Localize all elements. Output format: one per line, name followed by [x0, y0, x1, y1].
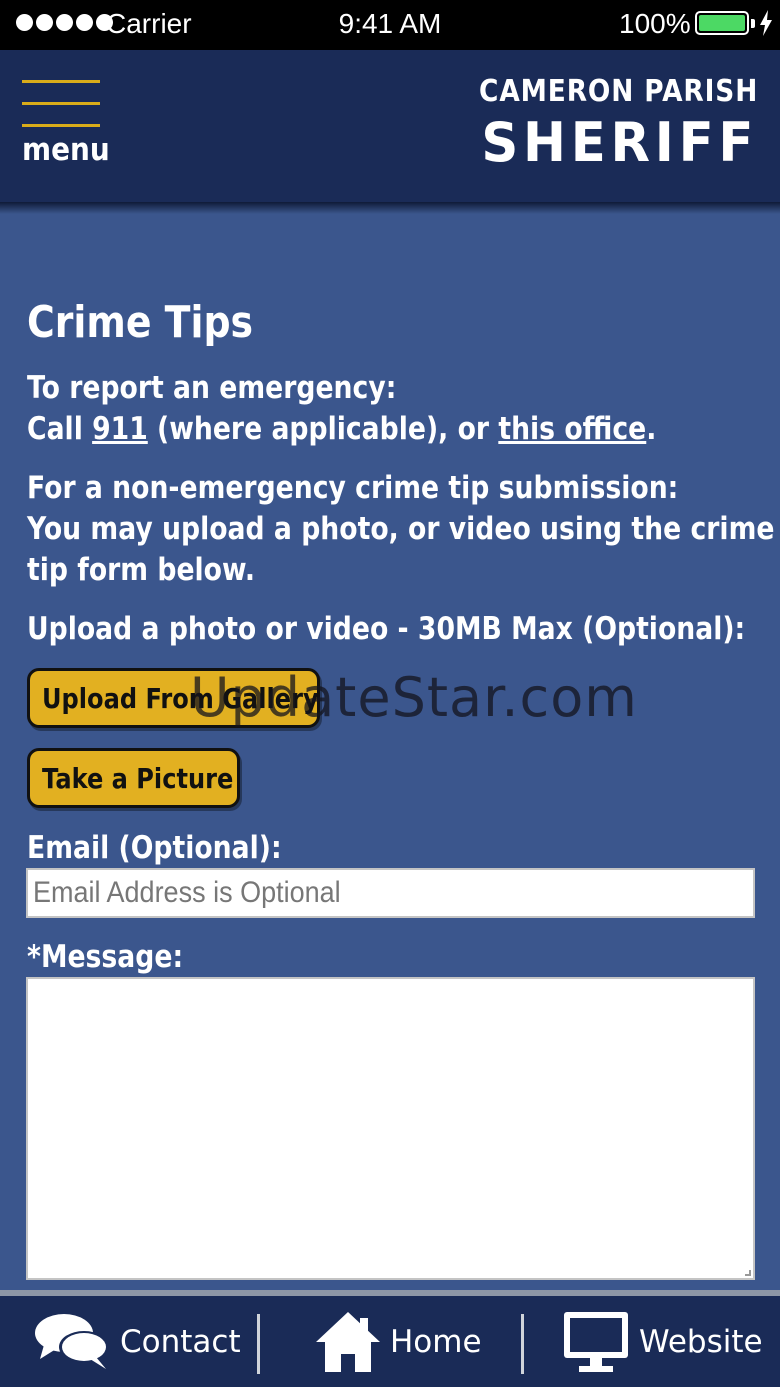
battery-percent: 100%	[619, 8, 691, 39]
nav-website-label: Website	[639, 1323, 763, 1360]
hamburger-bar-icon	[22, 102, 100, 105]
nav-contact[interactable]: Contact	[34, 1296, 241, 1387]
emergency-heading: To report an emergency:	[27, 370, 397, 406]
message-label: *Message:	[27, 939, 184, 975]
nonemergency-text: For a non-emergency crime tip submission…	[27, 470, 775, 588]
brand-line2: SHERIFF	[481, 111, 758, 174]
call-office-link[interactable]: this office	[498, 411, 646, 447]
header-shadow	[0, 202, 780, 214]
nav-contact-label: Contact	[120, 1323, 241, 1360]
nav-website[interactable]: Website	[563, 1296, 763, 1387]
menu-button[interactable]: menu	[22, 80, 110, 170]
battery-icon	[695, 11, 749, 35]
page-title: Crime Tips	[27, 297, 254, 348]
home-icon	[316, 1311, 380, 1372]
menu-label: menu	[22, 132, 110, 168]
hamburger-bar-icon	[22, 80, 100, 83]
app-header: menu CAMERON PARISH SHERIFF	[0, 50, 780, 202]
call-911-link[interactable]: 911	[92, 411, 148, 447]
nav-home[interactable]: Home	[314, 1296, 482, 1387]
bottom-nav: Contact Home Website	[0, 1290, 780, 1387]
monitor-icon	[564, 1311, 628, 1372]
resize-handle-icon[interactable]	[745, 1270, 751, 1276]
charging-bolt-icon	[760, 10, 772, 36]
battery-cap	[751, 19, 755, 28]
watermark: UpdateStar.com	[190, 666, 638, 729]
nav-divider	[257, 1314, 260, 1374]
nav-divider	[521, 1314, 524, 1374]
email-field[interactable]: Email Address is Optional	[26, 868, 755, 918]
upload-label: Upload a photo or video - 30MB Max (Opti…	[27, 611, 746, 647]
message-field[interactable]	[26, 977, 755, 1280]
email-label: Email (Optional):	[27, 830, 282, 866]
emergency-text: To report an emergency: Call 911 (where …	[27, 370, 657, 447]
chat-bubbles-icon	[35, 1313, 109, 1369]
brand-logo: CAMERON PARISH SHERIFF	[441, 74, 758, 174]
nav-home-label: Home	[390, 1323, 482, 1360]
status-bar: Carrier 9:41 AM 100%	[0, 0, 780, 50]
brand-line1: CAMERON PARISH	[478, 74, 758, 109]
hamburger-bar-icon	[22, 124, 100, 127]
take-picture-button[interactable]: Take a Picture	[27, 748, 240, 808]
